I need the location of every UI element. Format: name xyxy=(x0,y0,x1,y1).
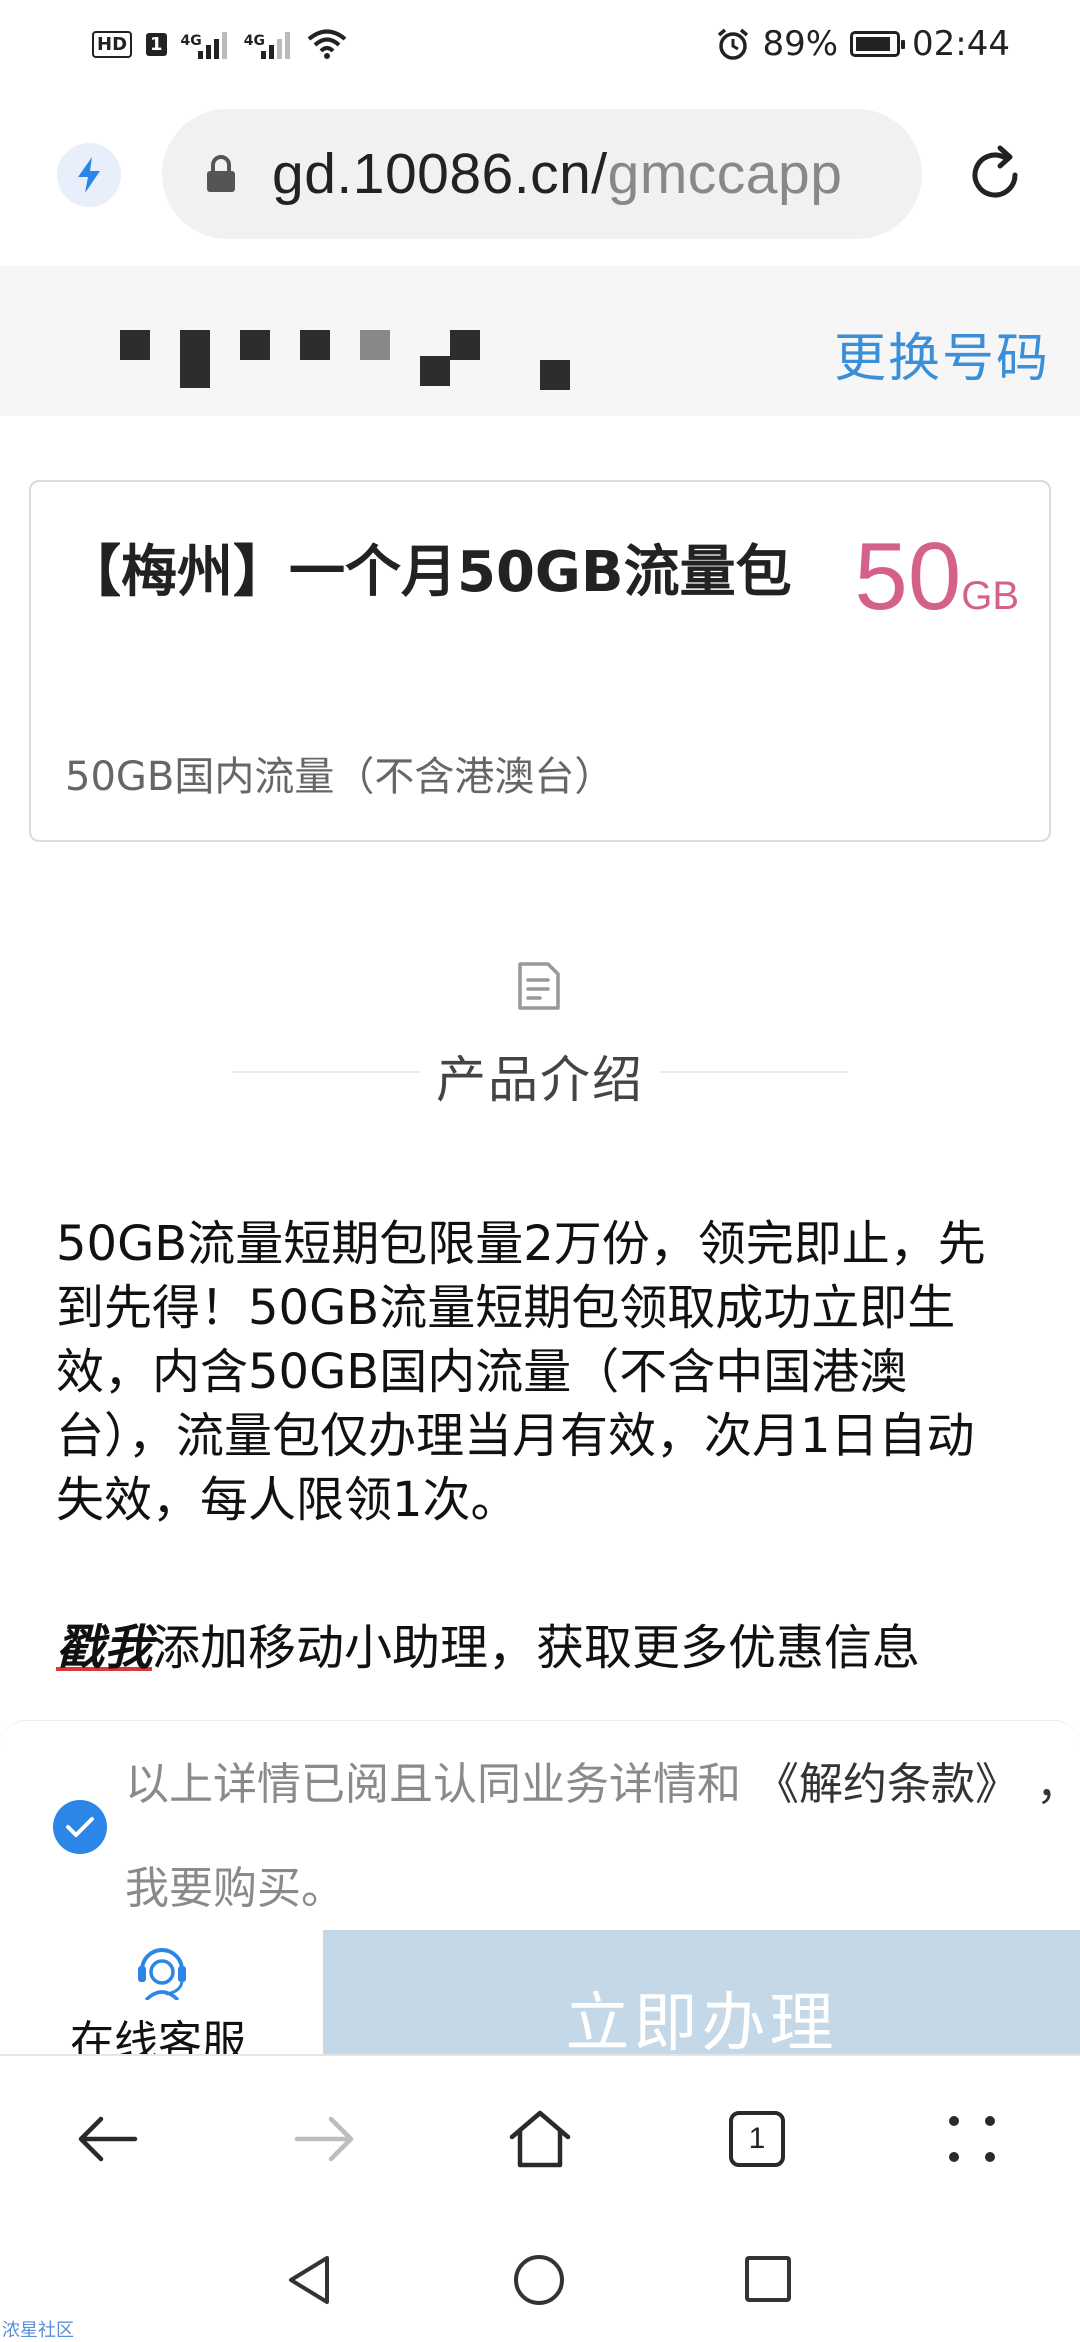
signal-2: 4G xyxy=(244,29,293,59)
promo-line: 戳我添加移动小助理，获取更多优惠信息 xyxy=(56,1616,1016,1712)
agreement-suffix: 我要购买。 xyxy=(125,1863,345,1914)
circle-home-icon xyxy=(514,2255,564,2305)
battery-percent: 89% xyxy=(762,24,839,64)
system-home-button[interactable] xyxy=(511,2252,567,2308)
checkmark-icon xyxy=(66,1817,94,1837)
product-amount: 50GB xyxy=(854,522,1019,632)
url-path: gmccapp xyxy=(607,142,843,206)
apply-now-label: 立即办理 xyxy=(565,1987,838,2054)
agreement-text: 以上详情已阅且认同业务详情和 《解约条款》 xyxy=(125,1748,1019,1812)
tabs-button[interactable]: 1 xyxy=(722,2104,792,2174)
terms-link[interactable]: 《解约条款》 xyxy=(755,1759,1019,1810)
amount-unit: GB xyxy=(961,574,1019,618)
agreement-comma: ， xyxy=(1036,1759,1080,1810)
add-assistant-link[interactable]: 戳我 xyxy=(56,1620,152,1676)
speed-mode-button[interactable] xyxy=(57,143,121,207)
back-button[interactable] xyxy=(72,2104,142,2174)
product-description: 50GB流量短期包限量2万份，领完即止，先到先得！50GB流量短期包领取成功立即… xyxy=(56,1216,986,1528)
wifi-icon xyxy=(307,29,347,59)
arrow-right-icon xyxy=(294,2116,354,2162)
menu-button[interactable] xyxy=(937,2104,1007,2174)
network-type-label: 4G xyxy=(243,33,266,49)
battery-icon xyxy=(850,31,906,57)
square-recents-icon xyxy=(745,2256,791,2302)
lightning-icon xyxy=(78,157,100,193)
home-icon xyxy=(509,2110,571,2168)
url-text: gd.10086.cn/gmccapp xyxy=(272,141,842,207)
apply-now-button[interactable]: 立即办理 xyxy=(323,1930,1080,2054)
agreement-prefix: 以上详情已阅且认同业务详情和 xyxy=(125,1759,741,1810)
status-right: 89% 02:44 xyxy=(716,22,1010,66)
section-title: 产品介绍 xyxy=(436,1051,644,1109)
promo-text: 添加移动小助理，获取更多优惠信息 xyxy=(152,1620,921,1676)
watermark: 浓星社区 xyxy=(2,2320,74,2341)
dots-menu-icon xyxy=(949,2116,995,2162)
product-title: 【梅州】一个月50GB流量包 xyxy=(65,540,792,605)
status-bar: HD 1 4G 4G 89% 02:44 xyxy=(0,0,1080,88)
signal-1: 4G xyxy=(181,29,230,59)
product-subtitle: 50GB国内流量（不含港澳台） xyxy=(65,754,615,800)
lock-icon xyxy=(207,155,235,192)
status-left: HD 1 4G 4G xyxy=(92,22,347,66)
network-type-label: 4G xyxy=(180,33,202,49)
forward-button[interactable] xyxy=(290,2104,360,2174)
alarm-icon xyxy=(718,28,749,60)
amount-value: 50 xyxy=(854,523,962,630)
tab-count: 1 xyxy=(729,2111,785,2167)
url-host: gd.10086.cn/ xyxy=(272,142,608,206)
reload-button[interactable] xyxy=(960,140,1030,210)
change-number-link[interactable]: 更换号码 xyxy=(834,316,1050,391)
sim-slot-icon: 1 xyxy=(146,32,167,56)
system-back-button[interactable] xyxy=(283,2252,335,2308)
product-card: 【梅州】一个月50GB流量包 50GB 50GB国内流量（不含港澳台） xyxy=(29,480,1051,842)
customer-service-icon[interactable] xyxy=(134,1940,190,2000)
hd-voice-icon: HD xyxy=(92,30,133,58)
address-bar[interactable]: gd.10086.cn/gmccapp xyxy=(162,109,922,239)
document-icon xyxy=(518,962,560,1010)
clock: 02:44 xyxy=(912,24,1010,64)
home-button[interactable] xyxy=(505,2104,575,2174)
triangle-back-icon xyxy=(289,2256,329,2304)
system-recents-button[interactable] xyxy=(743,2254,793,2304)
agreement-checkbox[interactable] xyxy=(53,1800,107,1854)
reload-icon xyxy=(972,145,1018,198)
arrow-left-icon xyxy=(78,2116,138,2162)
battery-fill xyxy=(856,37,891,51)
